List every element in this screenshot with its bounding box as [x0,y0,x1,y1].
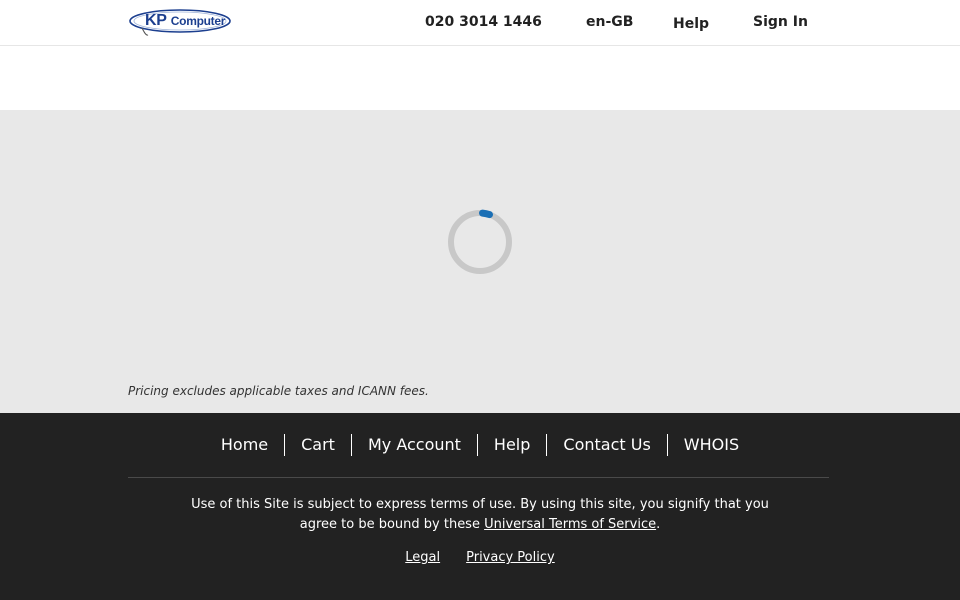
footer-link-help[interactable]: Help [476,434,546,456]
terms-notice: Use of this Site is subject to express t… [180,495,780,535]
footer-link-whois[interactable]: WHOIS [666,434,755,456]
footer-link-cart[interactable]: Cart [284,434,351,456]
header-spacer [0,46,960,110]
pricing-note: Pricing excludes applicable taxes and IC… [128,384,429,398]
main-content: Pricing excludes applicable taxes and IC… [0,110,960,413]
footer-link-home[interactable]: Home [205,434,284,456]
phone-number-link[interactable]: 020 3014 1446 [425,13,542,31]
sign-in-link[interactable]: Sign In [753,13,808,31]
kp-computer-logo[interactable]: KP Computer [128,6,236,38]
site-header: KP Computer 020 3014 1446 en-GB Help Sig… [0,0,960,46]
terms-period: . [656,517,661,532]
language-selector[interactable]: en-GB [586,13,633,31]
footer-link-my-account[interactable]: My Account [350,434,477,456]
terms-text: Use of this Site is subject to express t… [191,497,769,532]
logo-computer: Computer [170,14,226,28]
legal-links: Legal Privacy Policy [0,550,960,565]
footer-divider [128,477,829,478]
footer-nav: Home Cart My Account Help Contact Us WHO… [0,433,960,457]
legal-link[interactable]: Legal [405,550,440,565]
help-link[interactable]: Help [673,15,709,33]
logo-wordmark: KP Computer [145,12,225,30]
universal-terms-link[interactable]: Universal Terms of Service [484,517,656,532]
logo-kp: KP [145,12,167,29]
spinner-icon [446,208,514,276]
footer-link-contact-us[interactable]: Contact Us [546,434,666,456]
site-footer: Home Cart My Account Help Contact Us WHO… [0,413,960,600]
privacy-policy-link[interactable]: Privacy Policy [466,550,555,565]
